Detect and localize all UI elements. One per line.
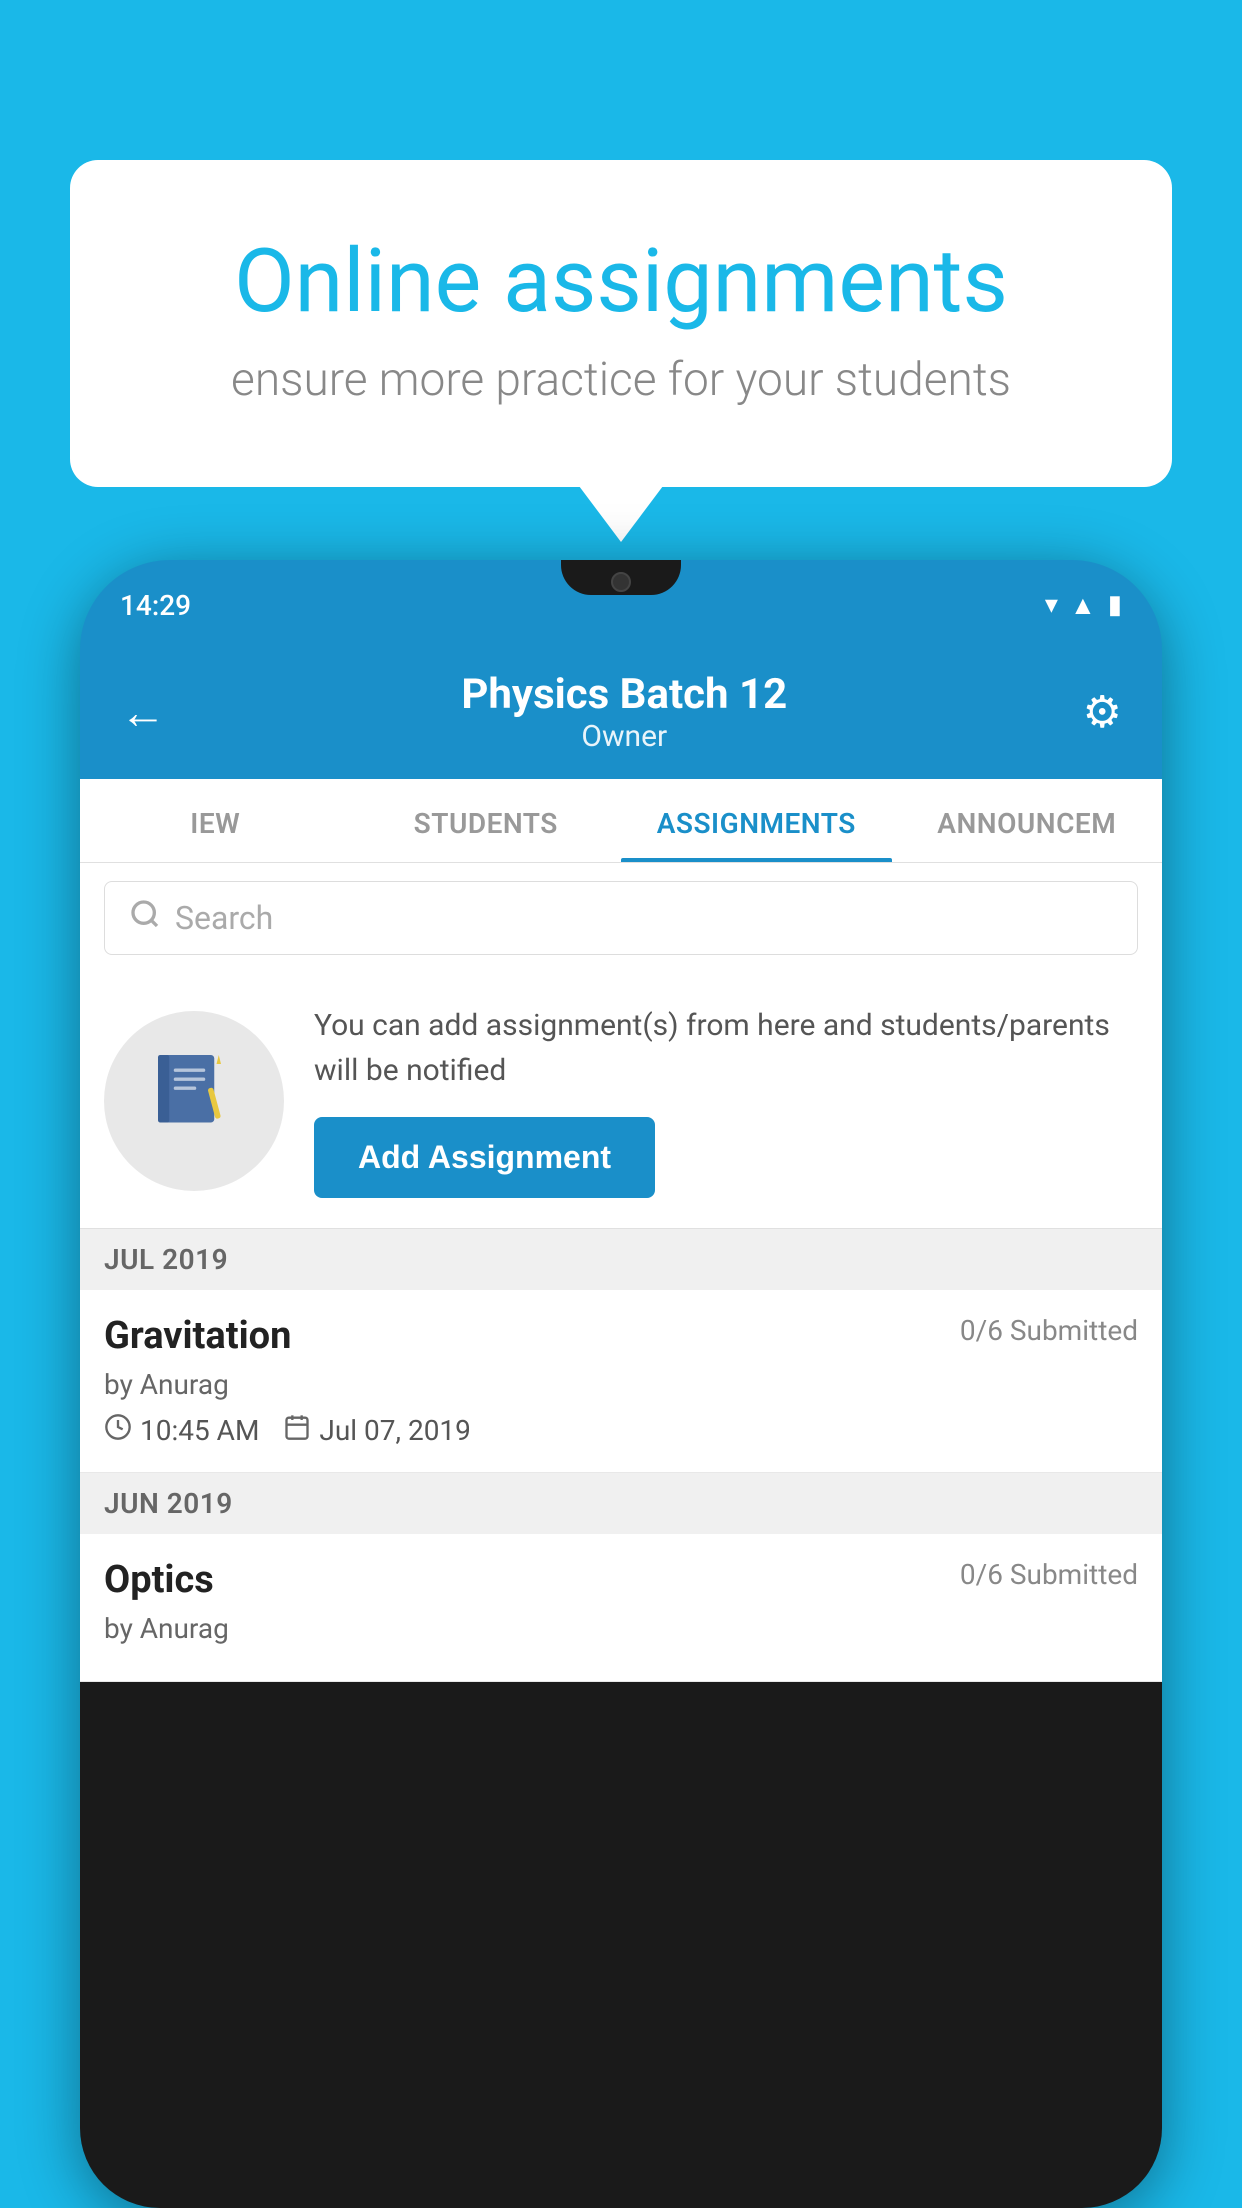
section-header-jul: JUL 2019 <box>80 1229 1162 1290</box>
promo-content: You can add assignment(s) from here and … <box>314 1003 1138 1198</box>
header-center: Physics Batch 12 Owner <box>461 670 787 754</box>
status-time: 14:29 <box>120 589 191 622</box>
add-assignment-button[interactable]: Add Assignment <box>314 1117 655 1198</box>
assignment-top: Gravitation 0/6 Submitted <box>104 1314 1138 1358</box>
calendar-icon <box>283 1413 311 1448</box>
app-header: ← Physics Batch 12 Owner ⚙ <box>80 650 1162 779</box>
assignment-submitted-optics: 0/6 Submitted <box>960 1558 1138 1591</box>
search-placeholder: Search <box>175 899 273 937</box>
search-input-container[interactable]: Search <box>104 881 1138 955</box>
phone-screen: IEW STUDENTS ASSIGNMENTS ANNOUNCEM <box>80 779 1162 1682</box>
speech-bubble-subtitle: ensure more practice for your students <box>150 353 1092 407</box>
speech-bubble-container: Online assignments ensure more practice … <box>70 160 1172 487</box>
search-icon <box>129 898 161 938</box>
assignment-author-optics: by Anurag <box>104 1612 1138 1645</box>
tab-assignments[interactable]: ASSIGNMENTS <box>621 779 892 862</box>
promo-text: You can add assignment(s) from here and … <box>314 1003 1138 1093</box>
header-subtitle: Owner <box>461 719 787 754</box>
settings-icon[interactable]: ⚙ <box>1083 686 1122 738</box>
tab-students[interactable]: STUDENTS <box>351 779 622 862</box>
clock-icon <box>104 1413 132 1448</box>
meta-date-gravitation: Jul 07, 2019 <box>283 1413 471 1448</box>
speech-bubble: Online assignments ensure more practice … <box>70 160 1172 487</box>
phone-notch <box>561 560 681 595</box>
assignment-title-optics: Optics <box>104 1558 214 1602</box>
table-row[interactable]: Gravitation 0/6 Submitted by Anurag 10:4… <box>80 1290 1162 1473</box>
search-bar: Search <box>80 863 1162 973</box>
assignment-top-optics: Optics 0/6 Submitted <box>104 1558 1138 1602</box>
table-row[interactable]: Optics 0/6 Submitted by Anurag <box>80 1534 1162 1682</box>
assignment-meta-gravitation: 10:45 AM Jul 07, 2019 <box>104 1413 1138 1448</box>
promo-section: You can add assignment(s) from here and … <box>80 973 1162 1229</box>
wifi-icon: ▾ <box>1045 590 1058 620</box>
notebook-icon <box>149 1046 239 1156</box>
speech-bubble-title: Online assignments <box>150 230 1092 333</box>
battery-icon: ▮ <box>1108 590 1122 620</box>
phone-frame: 14:29 ▾ ▲ ▮ ← Physics Batch 12 Owner ⚙ I… <box>80 560 1162 2208</box>
tab-announcements[interactable]: ANNOUNCEM <box>892 779 1163 862</box>
status-icons: ▾ ▲ ▮ <box>1045 590 1122 621</box>
assignment-author-gravitation: by Anurag <box>104 1368 1138 1401</box>
section-header-jun: JUN 2019 <box>80 1473 1162 1534</box>
promo-icon-circle <box>104 1011 284 1191</box>
tab-iew[interactable]: IEW <box>80 779 351 862</box>
tabs-bar: IEW STUDENTS ASSIGNMENTS ANNOUNCEM <box>80 779 1162 863</box>
phone-camera <box>611 572 631 592</box>
status-bar: 14:29 ▾ ▲ ▮ <box>80 560 1162 650</box>
signal-icon: ▲ <box>1070 590 1096 621</box>
meta-time-gravitation: 10:45 AM <box>104 1413 259 1448</box>
back-button[interactable]: ← <box>120 685 166 740</box>
assignment-submitted-gravitation: 0/6 Submitted <box>960 1314 1138 1347</box>
header-title: Physics Batch 12 <box>461 670 787 719</box>
assignment-title-gravitation: Gravitation <box>104 1314 291 1358</box>
